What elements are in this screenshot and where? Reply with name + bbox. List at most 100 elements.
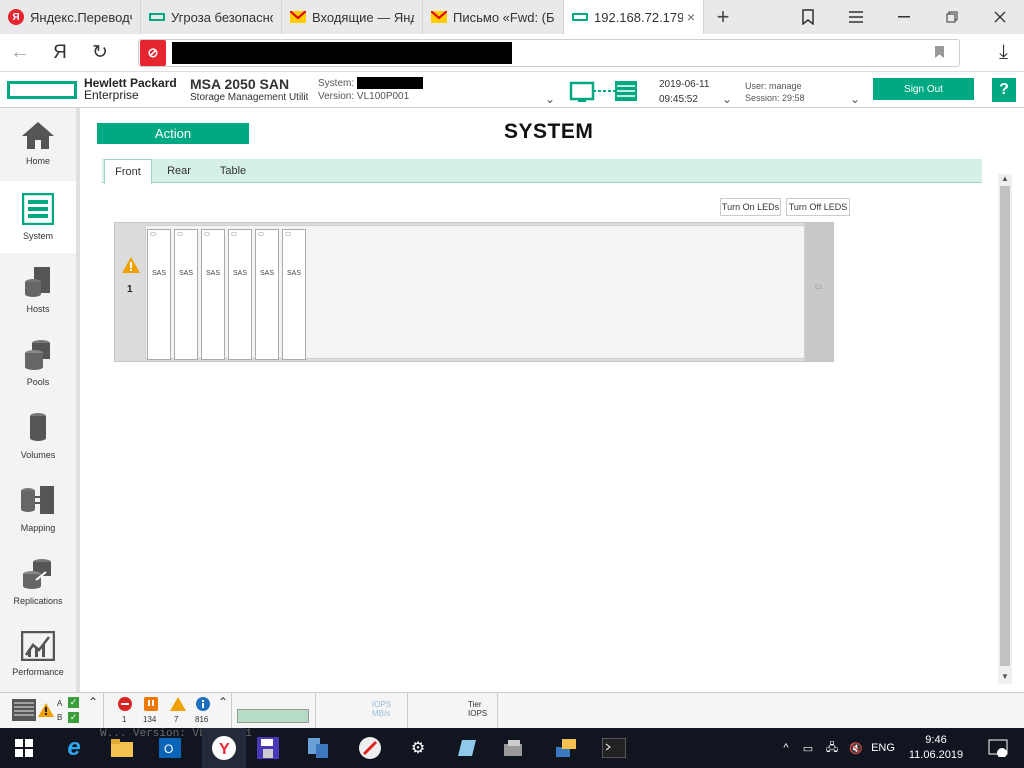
nav-label: Mapping — [20, 523, 56, 533]
chevron-down-icon[interactable]: ⌄ — [850, 92, 860, 106]
scroll-down-icon[interactable]: ▼ — [1001, 672, 1009, 681]
yandex-home-icon[interactable]: Я — [40, 34, 80, 72]
current-time: 09:45:52 — [659, 94, 698, 105]
url-field[interactable] — [172, 42, 512, 64]
chevron-up-icon[interactable]: ⌃ — [218, 695, 228, 709]
network-connection-icon[interactable] — [552, 734, 580, 762]
scrollbar-thumb[interactable] — [1000, 186, 1010, 666]
drive-type: SAS — [178, 270, 193, 277]
browser-tab-4[interactable]: Письмо «Fwd: (Б — [423, 0, 564, 34]
turn-on-leds-button[interactable]: Turn On LEDs — [720, 198, 781, 216]
bookmark-icon[interactable] — [934, 45, 945, 62]
hpe-icon — [149, 9, 165, 25]
help-button[interactable]: ? — [992, 78, 1016, 102]
nav-item-hosts[interactable]: Hosts — [0, 254, 76, 326]
brand-line2: Enterprise — [84, 88, 139, 102]
nav-item-volumes[interactable]: Volumes — [0, 400, 76, 472]
drive-slot[interactable]: SAS — [147, 229, 171, 360]
alerts-summary[interactable]: 1 134 7 816 ⌃ — [104, 693, 232, 729]
system-name-redacted — [356, 77, 423, 90]
chevron-up-icon[interactable]: ^ — [776, 742, 796, 754]
opera-icon[interactable] — [356, 734, 384, 762]
warning-icon[interactable] — [121, 256, 141, 277]
nav-label: Performance — [12, 667, 64, 677]
warning-icon — [38, 703, 54, 717]
critical-icon — [118, 697, 132, 711]
network-drive-icon[interactable] — [500, 734, 528, 762]
bookmark-manager-icon[interactable] — [784, 0, 832, 34]
url-box[interactable]: ⊘ — [138, 39, 960, 67]
browser-tab-1[interactable]: Я Яндекс.Переводчик — [0, 0, 141, 34]
chevron-down-icon[interactable]: ⌄ — [545, 92, 555, 106]
yandex-browser-icon[interactable]: Y — [202, 728, 246, 768]
main-content: Action SYSTEM Front Rear Table Turn On L… — [80, 108, 1024, 692]
reload-icon[interactable]: ↻ — [80, 34, 120, 72]
volume-muted-icon[interactable]: 🔇 — [844, 742, 868, 755]
drive-slot[interactable]: SAS — [174, 229, 198, 360]
file-explorer-icon[interactable] — [108, 734, 136, 762]
system-topology-icon[interactable] — [569, 80, 639, 104]
tab-title: Входящие — Яндекс.Почта — [312, 9, 414, 25]
drive-slot[interactable]: SAS — [282, 229, 306, 360]
nav-item-replications[interactable]: Replications — [0, 546, 76, 618]
insecure-connection-icon[interactable]: ⊘ — [140, 40, 166, 66]
sign-out-button[interactable]: Sign Out — [873, 78, 974, 100]
browser-tab-3[interactable]: Входящие — Яндекс.Почта — [282, 0, 423, 34]
drive-slot[interactable]: SAS — [201, 229, 225, 360]
tab-table[interactable]: Table — [208, 159, 258, 183]
clock[interactable]: 9:46 11.06.2019 — [906, 733, 966, 763]
network-icon[interactable]: 🖧 — [820, 739, 844, 758]
close-icon[interactable]: × — [687, 9, 695, 25]
info-count: 816 — [195, 715, 209, 724]
nav-label: Pools — [26, 377, 50, 387]
back-arrow-icon[interactable]: ← — [0, 34, 40, 72]
tab-front[interactable]: Front — [104, 159, 152, 184]
nav-item-home[interactable]: Home — [0, 108, 76, 180]
turn-off-leds-button[interactable]: Turn Off LEDS — [786, 198, 850, 216]
notification-icon[interactable] — [984, 734, 1012, 762]
brand-name: Hewlett Packard Enterprise — [84, 77, 177, 101]
tab-rear[interactable]: Rear — [156, 159, 202, 183]
iops-segment[interactable]: IOPS MB/s — [316, 693, 408, 729]
controller-status[interactable]: A B ✓ ✓ ⌃ — [0, 693, 104, 729]
chevron-up-icon[interactable]: ⌃ — [88, 695, 98, 709]
close-window-icon[interactable] — [976, 0, 1024, 34]
scroll-up-icon[interactable]: ▲ — [1001, 174, 1009, 183]
drive-led — [204, 232, 210, 236]
tier-segment[interactable]: Tier IOPS — [408, 693, 498, 729]
menu-icon[interactable] — [832, 0, 880, 34]
error-count: 134 — [143, 715, 157, 724]
drive-type: SAS — [286, 270, 301, 277]
enclosure-front-view[interactable]: 1 SAS SAS SAS SAS SAS SAS E1 — [114, 222, 834, 362]
drive-slot[interactable]: SAS — [228, 229, 252, 360]
browser-tab-active[interactable]: 192.168.72.179 × — [564, 0, 704, 34]
capacity-bar-segment[interactable] — [232, 693, 316, 729]
restore-icon[interactable] — [928, 0, 976, 34]
outlook-icon[interactable]: O — [156, 734, 184, 762]
tier-label: Tier — [468, 700, 482, 709]
nav-item-system[interactable]: System — [0, 181, 76, 253]
download-icon[interactable]: ⤓ — [999, 41, 1008, 64]
product-name: MSA 2050 SAN — [190, 76, 290, 92]
action-button[interactable]: Action — [97, 123, 249, 144]
drive-slot[interactable]: SAS — [255, 229, 279, 360]
browser-tab-2[interactable]: Угроза безопасности — [141, 0, 282, 34]
home-icon — [22, 122, 54, 149]
tier-iops-label: IOPS — [468, 709, 488, 718]
content-scrollbar[interactable]: ▲ ▼ — [998, 174, 1012, 684]
terminal-icon[interactable] — [600, 734, 628, 762]
nav-item-performance[interactable]: Performance — [0, 619, 76, 691]
minimize-icon[interactable] — [880, 0, 928, 34]
settings-gear-icon[interactable]: ⚙ — [404, 734, 432, 762]
chevron-down-icon[interactable]: ⌄ — [722, 92, 732, 106]
new-tab-button[interactable]: + — [704, 0, 742, 34]
nav-item-mapping[interactable]: Mapping — [0, 473, 76, 545]
nav-item-pools[interactable]: Pools — [0, 327, 76, 399]
windows-start-icon[interactable] — [10, 734, 38, 762]
app-icon[interactable] — [452, 734, 480, 762]
internet-explorer-icon[interactable]: e — [60, 734, 88, 762]
battery-icon[interactable]: ▭ — [796, 742, 820, 755]
network-tool-icon[interactable] — [304, 734, 332, 762]
language-indicator[interactable]: ENG — [868, 742, 898, 754]
save-app-icon[interactable] — [254, 734, 282, 762]
